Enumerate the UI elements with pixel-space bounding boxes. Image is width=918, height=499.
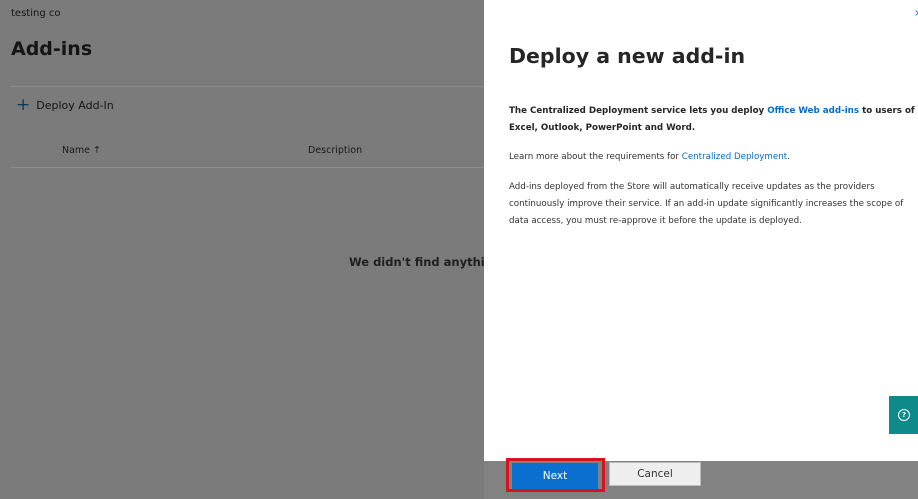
empty-state-message: We didn't find anything — [349, 255, 484, 269]
page-title: Add-ins — [11, 38, 93, 60]
office-web-addins-link[interactable]: Office Web add-ins — [767, 106, 859, 116]
column-header-description[interactable]: Description — [308, 145, 362, 156]
deploy-addin-button[interactable]: + Deploy Add-In — [16, 95, 114, 115]
store-updates-paragraph: Add-ins deployed from the Store will aut… — [509, 182, 904, 226]
help-button[interactable]: ? — [889, 396, 918, 434]
learn-more-period: . — [787, 152, 790, 162]
org-name: testing co — [11, 8, 61, 19]
help-icon: ? — [898, 409, 910, 421]
cancel-button[interactable]: Cancel — [609, 462, 701, 486]
intro-paragraph: The Centralized Deployment service lets … — [509, 103, 918, 137]
panel-title: Deploy a new add-in — [509, 44, 746, 68]
close-icon[interactable]: × — [914, 8, 918, 19]
next-button[interactable]: Next — [512, 463, 598, 489]
panel-footer: Next Cancel — [484, 458, 918, 499]
column-header-name[interactable]: Name ↑ — [62, 145, 101, 156]
title-divider — [11, 86, 486, 87]
deploy-addin-panel: × Deploy a new add-in The Centralized De… — [484, 0, 918, 461]
intro-text-start: The Centralized Deployment service lets … — [509, 106, 768, 116]
learn-more-text: Learn more about the requirements for — [509, 152, 682, 162]
plus-icon: + — [16, 95, 31, 115]
learn-more-paragraph: Learn more about the requirements for Ce… — [509, 149, 918, 166]
header-divider — [11, 167, 486, 168]
deploy-addin-label: Deploy Add-In — [36, 98, 114, 112]
centralized-deployment-link[interactable]: Centralized Deployment — [682, 152, 787, 162]
